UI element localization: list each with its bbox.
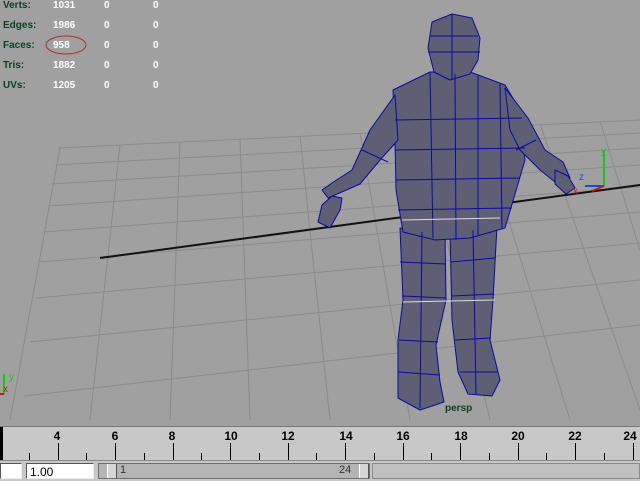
hud-value: 1882 (53, 60, 76, 71)
hud-value: 1986 (53, 20, 76, 31)
hud-value: 0 (104, 20, 110, 31)
gizmo-y-label: y (601, 146, 606, 157)
tick-label: 18 (454, 429, 468, 443)
tick-label: 8 (168, 429, 176, 443)
hud-value: 0 (153, 20, 159, 31)
hud-value: 0 (104, 0, 110, 11)
hud-label: Edges: (3, 20, 37, 31)
tick-mark (172, 443, 174, 461)
tick-label: 10 (224, 429, 238, 443)
gizmo-z-label: z (579, 172, 584, 183)
hud-value: 0 (153, 60, 159, 71)
annotation-circle (45, 35, 87, 55)
hud-value: 0 (153, 0, 159, 11)
tick-mark (0, 443, 1, 461)
tick-mark (460, 443, 461, 461)
range-end-handle[interactable] (359, 464, 369, 478)
tick-mark (115, 443, 116, 461)
range-slider-bar: 1.00 1 24 (0, 460, 640, 481)
hud-label: UVs: (3, 80, 26, 91)
camera-label: persp (445, 403, 473, 414)
tick-mark (517, 443, 519, 461)
gizmo-x-label: x (573, 186, 578, 197)
tick-label: 24 (623, 429, 637, 443)
corner-x-label: x (3, 384, 8, 395)
perspective-viewport[interactable]: y z x y x Verts: 1031 0 0 Edges: 1986 0 … (0, 0, 640, 426)
tick-label: 4 (53, 429, 61, 443)
hud-value: 1205 (53, 80, 76, 91)
hud-value: 0 (104, 60, 110, 71)
tick-mark (230, 443, 231, 461)
hud-value: 0 (153, 40, 159, 51)
hud-row-verts: Verts: 1031 0 0 (3, 0, 173, 14)
character-mesh[interactable] (317, 13, 576, 411)
tick-label: 20 (511, 429, 525, 443)
current-time-field[interactable]: 1.00 (26, 463, 94, 479)
tick-label: 2 (0, 429, 3, 443)
tick-label: 6 (111, 429, 119, 443)
hud-value: 0 (104, 80, 110, 91)
tick-mark (402, 443, 404, 461)
hud-value: 1031 (53, 0, 76, 11)
corner-axis-indicator: y x (0, 372, 14, 395)
hud-row-uvs: UVs: 1205 0 0 (3, 80, 173, 94)
tick-mark (632, 443, 634, 461)
range-end-field[interactable] (372, 463, 640, 479)
start-time-field[interactable] (0, 463, 22, 479)
hud-row-tris: Tris: 1882 0 0 (3, 60, 173, 74)
hud-value: 0 (153, 80, 159, 91)
hud-row-edges: Edges: 1986 0 0 (3, 20, 173, 34)
tick-mark (575, 443, 576, 461)
hud-value: 0 (104, 40, 110, 51)
hud-label: Verts: (3, 0, 31, 11)
tick-mark (57, 443, 59, 461)
time-slider[interactable]: 2 4 6 8 10 12 14 16 18 20 22 24 (0, 426, 640, 461)
corner-y-label: y (9, 372, 14, 383)
tick-mark (345, 443, 346, 461)
hud-label: Tris: (3, 60, 25, 71)
range-slider[interactable]: 1 24 (98, 463, 370, 479)
tick-label: 16 (396, 429, 410, 443)
range-end-value: 24 (339, 464, 352, 476)
hud-label: Faces: (3, 40, 35, 51)
tick-label: 12 (281, 429, 295, 443)
range-start-value: 1 (120, 464, 127, 476)
tick-label: 22 (568, 429, 582, 443)
range-start-handle[interactable] (107, 464, 117, 478)
tick-label: 14 (339, 429, 353, 443)
tick-mark (287, 443, 289, 461)
